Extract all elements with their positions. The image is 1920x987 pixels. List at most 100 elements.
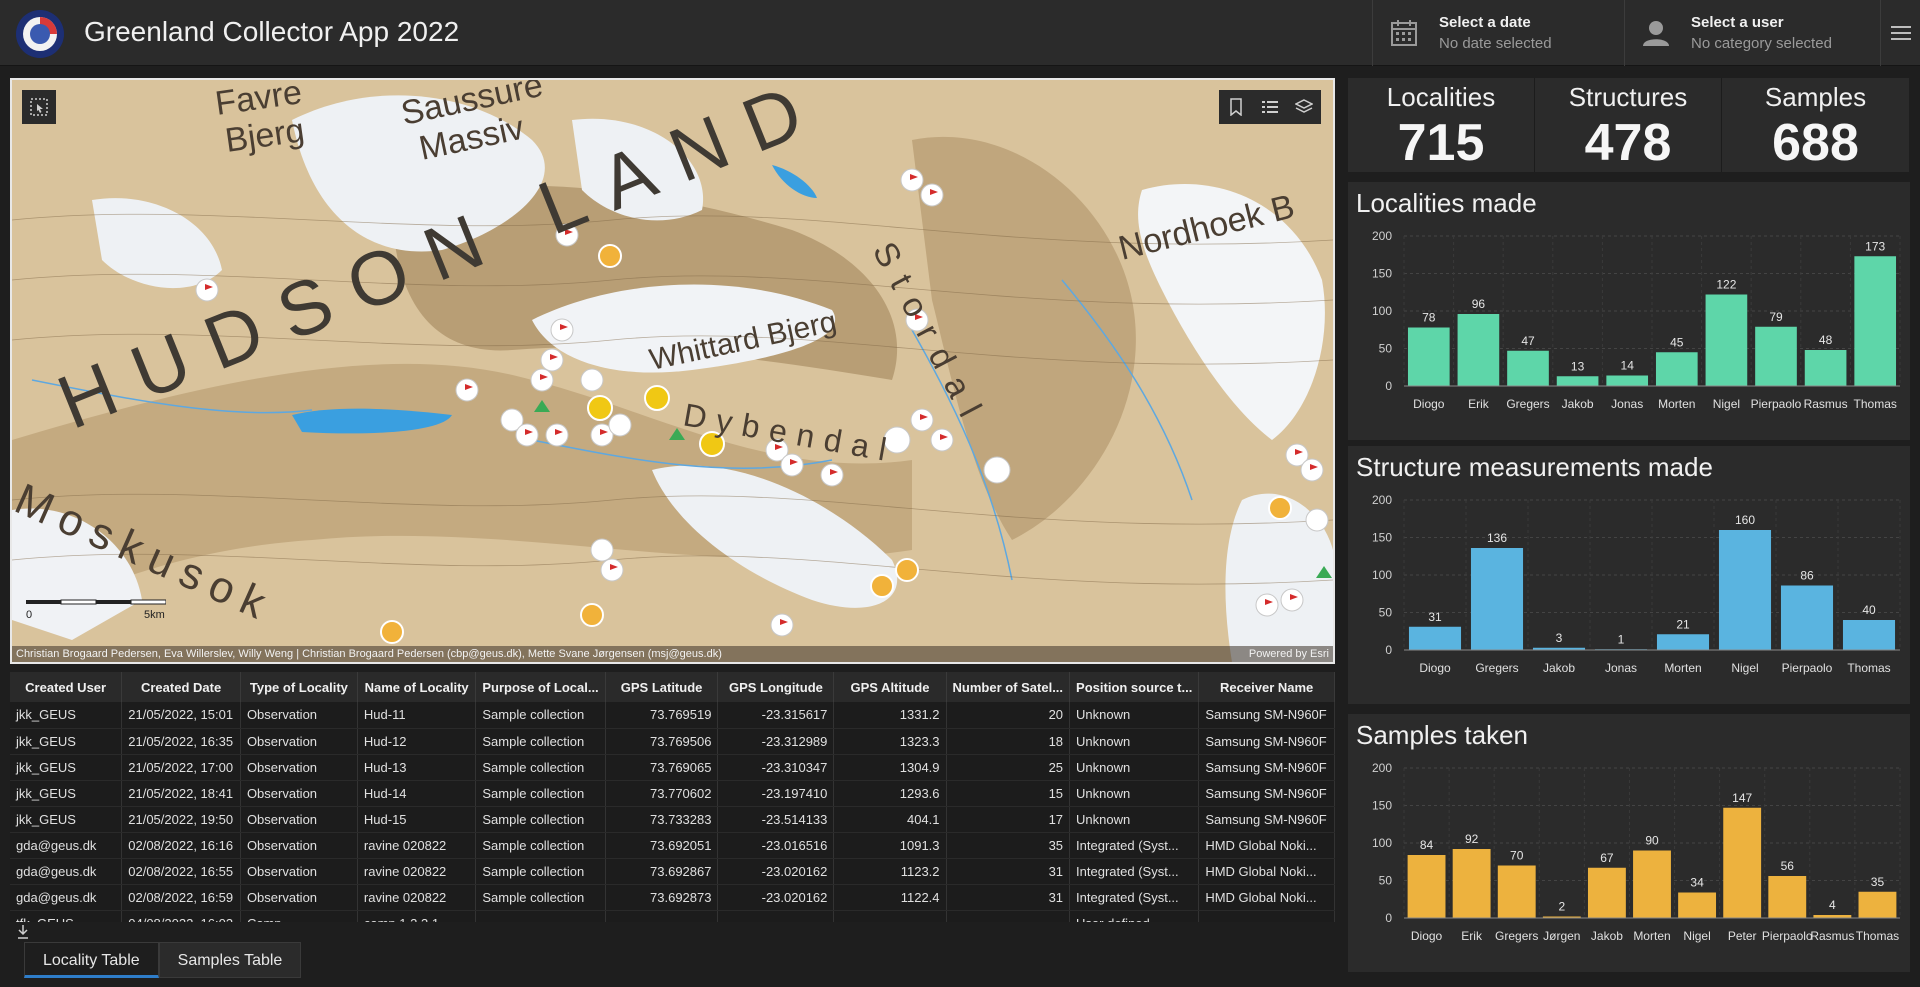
table-cell: 35 [946,832,1071,859]
column-header[interactable]: Type of Locality [240,672,358,702]
bar[interactable] [1497,865,1536,919]
table-row[interactable]: gda@geus.dk 02/08/2022, 16:16 Observation r… [10,832,1335,859]
table-cell: Samsung SM-N960F [1198,728,1335,755]
table-cell: 02/08/2022, 16:55 [121,858,241,885]
tab-samples-table[interactable]: Samples Table [158,942,302,978]
bar[interactable] [1858,891,1897,918]
column-header[interactable]: Receiver Name [1198,672,1335,702]
bar[interactable] [1457,314,1500,386]
table-cell: Samsung SM-N960F [1198,702,1335,729]
user-selector[interactable]: Select a user No category selected [1624,0,1880,66]
table-footer [10,922,1335,942]
kpi-structures: Structures 478 [1535,78,1722,172]
table-header-row: Created User Created Date Type of Locality… [10,672,1335,702]
bar[interactable] [1705,294,1748,387]
bar[interactable] [1507,350,1549,386]
category-label: Gregers [1506,397,1549,411]
data-label: 34 [1690,876,1704,890]
chart-localities-made: Localities made 0 50 100 150 200 78 Diogo 96 Eri… [1348,182,1910,440]
data-label: 86 [1800,569,1814,583]
bar[interactable] [1804,350,1847,386]
column-header[interactable]: Number of Satel... [946,672,1071,702]
table-cell: Hud-13 [357,754,477,781]
table-cell: 1123.2 [833,858,947,885]
bar[interactable] [1407,327,1450,387]
category-label: Thomas [1847,661,1890,675]
data-label: 48 [1819,333,1833,347]
column-header[interactable]: GPS Altitude [833,672,947,702]
category-label: Pierpaolo [1751,397,1802,411]
table-cell: 18 [946,728,1071,755]
table-cell: Observation [240,728,358,755]
table-cell: Unknown [1069,702,1200,729]
table-cell: ravine 020822 [357,858,477,885]
column-header[interactable]: GPS Latitude [605,672,719,702]
category-label: Jakob [1591,929,1623,943]
bar[interactable] [1587,867,1626,918]
bar[interactable] [1407,855,1446,918]
powered-by-esri[interactable]: Powered by Esri [1249,646,1329,662]
bar[interactable] [1723,807,1762,918]
kpi-value: 715 [1397,114,1485,172]
select-tool-button[interactable] [22,90,56,124]
column-header[interactable]: Created Date [121,672,241,702]
legend-button[interactable] [1253,90,1287,124]
table-row[interactable]: jkk_GEUS 21/05/2022, 15:01 Observation Hud-… [10,702,1335,729]
table-row[interactable]: gda@geus.dk 02/08/2022, 16:55 Observation r… [10,858,1335,885]
category-label: Pierpaolo [1762,929,1813,943]
column-header[interactable]: Name of Locality [357,672,477,702]
table-cell: Hud-15 [357,806,477,833]
bar[interactable] [1408,626,1462,650]
table-cell: Integrated (Syst... [1069,884,1200,911]
table-cell: ravine 020822 [357,884,477,911]
date-selector[interactable]: Select a date No date selected [1372,0,1624,66]
table-cell: Observation [240,780,358,807]
bar[interactable] [1470,548,1524,650]
bar[interactable] [1842,620,1896,650]
table-cell: Sample collection [475,728,606,755]
menu-button[interactable] [1880,0,1920,66]
table-row[interactable]: jkk_GEUS 21/05/2022, 17:00 Observation Hud-… [10,754,1335,781]
table-row[interactable]: gda@geus.dk 02/08/2022, 16:59 Observation r… [10,884,1335,911]
bar[interactable] [1633,850,1671,919]
bookmarks-button[interactable] [1219,90,1253,124]
bar[interactable] [1655,352,1698,386]
bar[interactable] [1854,256,1897,386]
bar[interactable] [1768,876,1807,918]
table-cell: 1293.6 [833,780,947,807]
data-label: 122 [1716,278,1736,292]
map-view[interactable]: HUDSON LAND Favre Bjerg Saussure Massiv … [10,78,1335,664]
column-header[interactable]: GPS Longitude [717,672,835,702]
category-label: Thomas [1854,397,1897,411]
data-label: 96 [1472,297,1486,311]
tab-locality-table[interactable]: Locality Table [24,942,159,978]
table-cell: 31 [946,858,1071,885]
locality-table[interactable]: Created User Created Date Type of Locality… [10,672,1335,932]
bar[interactable] [1780,585,1834,651]
y-tick-label: 150 [1372,531,1392,545]
table-cell: 1091.3 [833,832,947,859]
table-cell: Observation [240,702,358,729]
table-row[interactable]: jkk_GEUS 21/05/2022, 18:41 Observation Hud-… [10,780,1335,807]
download-icon[interactable] [16,924,30,940]
table-row[interactable]: jkk_GEUS 21/05/2022, 19:50 Observation Hud-… [10,806,1335,833]
table-cell: Observation [240,806,358,833]
y-tick-label: 0 [1385,643,1392,657]
bar[interactable] [1452,849,1491,918]
column-header[interactable]: Purpose of Local... [475,672,606,702]
table-cell: Integrated (Syst... [1069,832,1200,859]
attribution-text: Christian Brogaard Pedersen, Eva Willers… [16,648,722,660]
bar[interactable] [1606,375,1649,387]
layers-button[interactable] [1287,90,1321,124]
data-label: 79 [1769,310,1783,324]
bar[interactable] [1656,634,1710,650]
category-label: Morten [1664,661,1701,675]
table-row[interactable]: jkk_GEUS 21/05/2022, 16:35 Observation Hud-… [10,728,1335,755]
column-header[interactable]: Position source t... [1069,672,1200,702]
column-header[interactable]: Created User [10,672,123,702]
table-cell: Sample collection [475,884,606,911]
bar[interactable] [1718,530,1772,650]
bar[interactable] [1755,326,1797,386]
bar[interactable] [1556,376,1599,386]
bar[interactable] [1678,892,1717,919]
